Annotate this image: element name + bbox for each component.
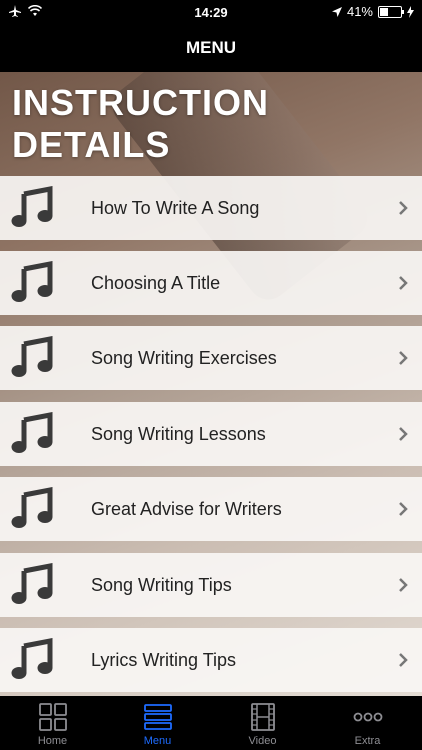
status-bar: 14:29 41% xyxy=(0,0,422,24)
menu-item-label: Song Writing Exercises xyxy=(91,348,277,368)
tab-label: Home xyxy=(37,735,68,747)
menu-item-great-advise-for-writers[interactable]: Great Advise for Writers xyxy=(0,477,422,541)
tab-menu[interactable]: Menu xyxy=(105,696,210,750)
menu-item-label: Lyrics Writing Tips xyxy=(91,650,237,670)
chevron-right-icon xyxy=(399,201,408,215)
menu-item-song-writing-tips[interactable]: Song Writing Tips xyxy=(0,553,422,617)
music-note-icon xyxy=(11,261,53,302)
music-note-icon xyxy=(11,563,53,604)
menu-item-song-writing-lessons[interactable]: Song Writing Lessons xyxy=(0,402,422,466)
menu-item-label: How To Write A Song xyxy=(91,198,260,218)
header-banner: INSTRUCTION DETAILS xyxy=(0,72,422,176)
menu-item-label: Choosing A Title xyxy=(91,273,221,293)
status-right: 41% xyxy=(331,4,414,19)
header-title: INSTRUCTION DETAILS xyxy=(12,82,269,165)
music-note-icon xyxy=(11,336,53,377)
music-note-icon xyxy=(11,487,53,528)
music-note-icon xyxy=(11,638,53,679)
menu-item-lyrics-writing-tips[interactable]: Lyrics Writing Tips xyxy=(0,628,422,692)
battery-percent: 41% xyxy=(346,4,373,19)
music-note-icon xyxy=(11,412,53,453)
menu-item-how-to-write-a-song[interactable]: How To Write A Song xyxy=(0,176,422,240)
chevron-right-icon xyxy=(399,502,408,516)
menu-item-label: Song Writing Lessons xyxy=(91,424,266,444)
nav-title: MENU xyxy=(185,38,237,57)
menu-item-label: Great Advise for Writers xyxy=(91,499,282,519)
content-area[interactable]: INSTRUCTION DETAILS How To Write A Song … xyxy=(0,72,422,696)
menu-item-choosing-a-title[interactable]: Choosing A Title xyxy=(0,251,422,315)
charging-bolt-icon xyxy=(407,5,414,18)
chevron-right-icon xyxy=(399,653,408,667)
location-arrow-icon xyxy=(331,6,342,17)
chevron-right-icon xyxy=(399,351,408,365)
tab-bar: Home Menu Video Extra xyxy=(0,696,422,750)
battery-fill xyxy=(380,7,389,16)
tab-label: Extra xyxy=(354,735,381,747)
menu-item-song-writing-exercises[interactable]: Song Writing Exercises xyxy=(0,326,422,390)
music-note-icon xyxy=(11,186,53,227)
chevron-right-icon xyxy=(399,578,408,592)
list-icon xyxy=(144,704,172,730)
chevron-right-icon xyxy=(399,276,408,290)
more-icon xyxy=(353,712,383,722)
tab-home[interactable]: Home xyxy=(0,696,105,750)
film-icon xyxy=(251,703,275,731)
nav-bar: MENU xyxy=(0,24,422,72)
chevron-right-icon xyxy=(399,427,408,441)
menu-item-label: Song Writing Tips xyxy=(91,575,232,595)
grid-icon xyxy=(39,703,67,731)
tab-label: Video xyxy=(248,735,277,747)
tab-extra[interactable]: Extra xyxy=(315,696,420,750)
tab-label: Menu xyxy=(143,735,172,747)
battery-icon xyxy=(378,5,404,18)
tab-video[interactable]: Video xyxy=(210,696,315,750)
